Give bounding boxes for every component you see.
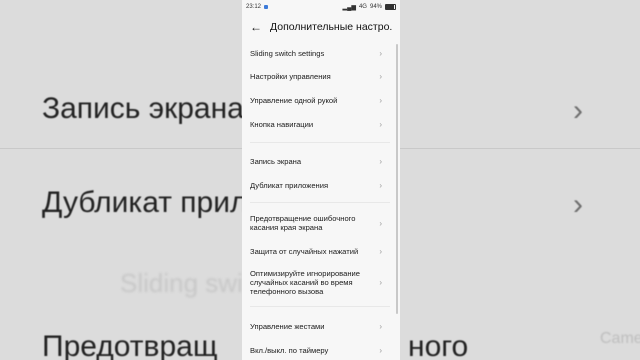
list-item-nav-button[interactable]: Кнопка навигации › bbox=[242, 112, 390, 136]
list-item-gestures[interactable]: Управление жестами › bbox=[242, 314, 390, 338]
chevron-right-icon: › bbox=[379, 321, 382, 331]
signal-icon: ▂▄▆ bbox=[342, 4, 356, 11]
bg-row-duplicate: Дубликат прил bbox=[42, 186, 248, 219]
back-arrow-icon[interactable]: ← bbox=[250, 21, 262, 33]
list-item-label: Управление одной рукой bbox=[250, 95, 338, 105]
battery-percent: 94% bbox=[369, 4, 382, 10]
list-item-accidental-touch[interactable]: Защита от случайных нажатий › bbox=[242, 239, 390, 263]
chevron-right-icon: › bbox=[379, 246, 382, 256]
status-time: 23:12 bbox=[246, 4, 262, 10]
list-item-label: Sliding switch settings bbox=[250, 48, 325, 58]
status-bar: 23:12 ▂▄▆ 4G 94% bbox=[242, 0, 400, 14]
list-item-edge-touch[interactable]: Предотвращение ошибочного касания края э… bbox=[242, 208, 390, 238]
page-header: ← Дополнительные настро... bbox=[242, 14, 400, 40]
phone-screen: 23:12 ▂▄▆ 4G 94% ← Дополнительные настро… bbox=[242, 0, 400, 360]
list-item-label: Управление жестами bbox=[250, 321, 325, 331]
bg-row-tail: ного bbox=[408, 330, 469, 360]
chevron-right-icon: › bbox=[379, 180, 382, 190]
chevron-right-icon: › bbox=[379, 156, 382, 166]
network-type: 4G bbox=[358, 4, 367, 10]
bg-row-prevention: Предотвращ bbox=[42, 330, 218, 360]
list-item-label: Кнопка навигации bbox=[250, 119, 314, 129]
bg-chevron-icon: › bbox=[573, 94, 583, 127]
chevron-right-icon: › bbox=[379, 71, 382, 81]
chevron-right-icon: › bbox=[379, 345, 382, 355]
chevron-right-icon: › bbox=[379, 119, 382, 129]
list-item-label: Предотвращение ошибочного касания края э… bbox=[250, 214, 356, 232]
list-item-call-touch[interactable]: Оптимизируйте игнорирование случайных ка… bbox=[242, 265, 390, 299]
list-item-control-settings[interactable]: Настройки управления › bbox=[242, 64, 390, 88]
bg-chevron-icon: › bbox=[573, 188, 583, 221]
chevron-right-icon: › bbox=[379, 95, 382, 105]
battery-icon bbox=[385, 4, 396, 10]
notification-icon bbox=[264, 5, 269, 9]
list-item-label: Защита от случайных нажатий bbox=[250, 246, 359, 256]
bg-right-faint: Camera bbox=[600, 330, 640, 347]
chevron-right-icon: › bbox=[379, 48, 382, 58]
list-item-one-hand[interactable]: Управление одной рукой › bbox=[242, 88, 390, 112]
list-item-sliding-switch[interactable]: Sliding switch settings › bbox=[242, 40, 390, 66]
list-item-app-duplicate[interactable]: Дубликат приложения › bbox=[242, 173, 390, 197]
list-item-label: Настройки управления bbox=[250, 71, 331, 81]
scrollbar[interactable] bbox=[396, 44, 398, 314]
list-item-label: Вкл./выкл. по таймеру bbox=[250, 345, 329, 355]
bg-row-screen-record: Запись экрана bbox=[42, 92, 244, 125]
list-item-screen-record[interactable]: Запись экрана › bbox=[242, 149, 390, 173]
list-item-timer-power[interactable]: Вкл./выкл. по таймеру › bbox=[242, 338, 390, 360]
page-title: Дополнительные настро... bbox=[270, 21, 392, 33]
list-item-label: Дубликат приложения bbox=[250, 180, 329, 190]
list-item-label: Запись экрана bbox=[250, 156, 302, 166]
list-item-label: Оптимизируйте игнорирование случайных ка… bbox=[250, 268, 360, 296]
chevron-right-icon: › bbox=[379, 218, 382, 228]
chevron-right-icon: › bbox=[379, 277, 382, 287]
section-divider bbox=[250, 306, 390, 307]
section-divider bbox=[250, 142, 390, 143]
section-divider bbox=[250, 202, 390, 203]
